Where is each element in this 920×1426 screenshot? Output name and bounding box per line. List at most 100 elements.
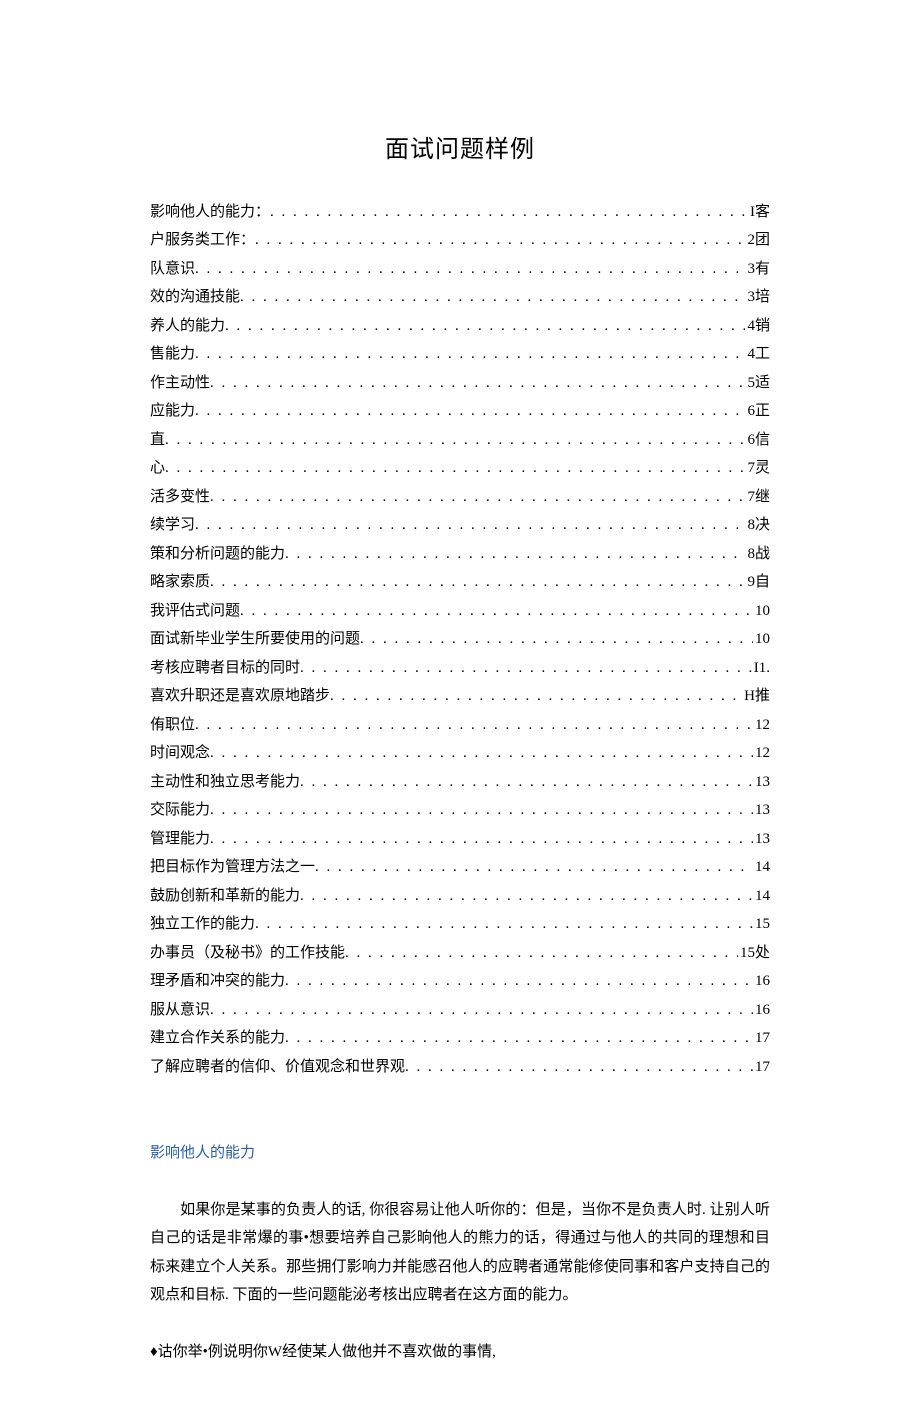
body-paragraph-text: 如果你是某事的负责人的话, 你很容易让他人听你的：但是，当你不是负责人时. 让别…	[150, 1202, 770, 1304]
toc-page-number: 10	[753, 597, 770, 626]
toc-label: 喜欢升职还是喜欢原地踏步	[150, 682, 330, 711]
toc-leader-dots	[285, 540, 745, 569]
toc-page-number: 12	[753, 739, 770, 768]
toc-page-number: 13	[753, 796, 770, 825]
toc-row: 建立合作关系的能力17	[150, 1024, 770, 1053]
toc-page-number: 6信	[745, 426, 770, 455]
toc-page-number: 14	[753, 882, 770, 911]
toc-row: 面试新毕业学生所要使用的问题10	[150, 625, 770, 654]
toc-leader-dots	[330, 682, 742, 711]
toc-label: 考核应聘者目标的同时	[150, 654, 300, 683]
toc-label: 鼓励创新和革新的能力	[150, 882, 300, 911]
toc-label: 服从意识	[150, 996, 210, 1025]
toc-label: 主动性和独立思考能力	[150, 768, 300, 797]
toc-page-number: 15	[753, 910, 770, 939]
document-page: 面试问题样例 影响他人的能力：I客户服务类工作：2团队意识3有效的沟通技能3培养…	[0, 0, 920, 1426]
toc-label: 效的沟通技能	[150, 283, 240, 312]
toc-row: 主动性和独立思考能力 13	[150, 768, 770, 797]
toc-label: 应能力	[150, 397, 195, 426]
toc-label: 理矛盾和冲突的能力	[150, 967, 285, 996]
toc-row: 队意识3有	[150, 255, 770, 284]
toc-row: 效的沟通技能 3培	[150, 283, 770, 312]
body-paragraph: 如果你是某事的负责人的话, 你很容易让他人听你的：但是，当你不是负责人时. 让别…	[150, 1196, 770, 1310]
toc-row: 作主动性5适	[150, 369, 770, 398]
toc-leader-dots	[210, 483, 745, 512]
toc-leader-dots	[195, 397, 745, 426]
toc-page-number: 6正	[745, 397, 770, 426]
toc-row: 了解应聘者的信仰、价值观念和世界观17	[150, 1053, 770, 1082]
bullet-line: ♦诂你举•例说明你W经使某人做他并不喜欢做的事情,	[150, 1338, 770, 1367]
toc-leader-dots	[225, 312, 745, 341]
toc-page-number: 16	[753, 967, 770, 996]
toc-label: 侑职位	[150, 711, 195, 740]
toc-label: 影响他人的能力：	[150, 198, 270, 227]
toc-label: 时间观念	[150, 739, 210, 768]
toc-page-number: 7继	[745, 483, 770, 512]
toc-leader-dots	[345, 939, 738, 968]
toc-page-number: I客	[748, 198, 770, 227]
toc-row: 侑职位 12	[150, 711, 770, 740]
toc-label: 户服务类工作：	[150, 226, 255, 255]
toc-page-number: 12	[753, 711, 770, 740]
toc-leader-dots	[210, 796, 753, 825]
toc-page-number: 13	[753, 768, 770, 797]
toc-row: 管理能力13	[150, 825, 770, 854]
toc-leader-dots	[315, 853, 753, 882]
toc-leader-dots	[240, 597, 753, 626]
toc-label: 把目标作为管理方法之一	[150, 853, 315, 882]
toc-page-number: 13	[753, 825, 770, 854]
toc-label: 办事员（及秘书》的工作技能	[150, 939, 345, 968]
toc-label: 略家索质	[150, 568, 210, 597]
toc-row: 续学习8决	[150, 511, 770, 540]
toc-leader-dots	[165, 454, 745, 483]
toc-leader-dots	[300, 768, 753, 797]
toc-label: 我评估式问题	[150, 597, 240, 626]
toc-row: 独立工作的能力 15	[150, 910, 770, 939]
toc-label: 心	[150, 454, 165, 483]
toc-page-number: 15处	[738, 939, 770, 968]
toc-page-number: 14	[753, 853, 770, 882]
toc-leader-dots	[255, 226, 745, 255]
toc-leader-dots	[195, 711, 753, 740]
toc-label: 售能力	[150, 340, 195, 369]
toc-leader-dots	[240, 283, 745, 312]
toc-label: 直	[150, 426, 165, 455]
toc-row: 服从意识 16	[150, 996, 770, 1025]
section-heading: 影响他人的能力	[150, 1139, 770, 1168]
toc-page-number: 3培	[745, 283, 770, 312]
toc-label: 养人的能力	[150, 312, 225, 341]
toc-leader-dots	[405, 1053, 753, 1082]
toc-label: 独立工作的能力	[150, 910, 255, 939]
toc-row: 应能力 6正	[150, 397, 770, 426]
toc-leader-dots	[195, 255, 745, 284]
toc-page-number: 4工	[745, 340, 770, 369]
table-of-contents: 影响他人的能力： I客户服务类工作： 2团队意识3有效的沟通技能 3培养人的能力 4销售…	[150, 198, 770, 1082]
toc-page-number: 10	[753, 625, 770, 654]
toc-leader-dots	[195, 340, 745, 369]
toc-page-number: 8决	[745, 511, 770, 540]
toc-leader-dots	[165, 426, 745, 455]
toc-page-number: 2团	[745, 226, 770, 255]
toc-leader-dots	[195, 511, 745, 540]
toc-label: 建立合作关系的能力	[150, 1024, 285, 1053]
toc-row: 办事员（及秘书》的工作技能 15处	[150, 939, 770, 968]
toc-row: 把目标作为管理方法之一 14	[150, 853, 770, 882]
toc-row: 养人的能力 4销	[150, 312, 770, 341]
toc-label: 活多变性	[150, 483, 210, 512]
toc-label: 策和分析问题的能力	[150, 540, 285, 569]
toc-label: 作主动性	[150, 369, 210, 398]
toc-leader-dots	[210, 996, 753, 1025]
toc-row: 交际能力 13	[150, 796, 770, 825]
toc-row: 时间观念 12	[150, 739, 770, 768]
toc-row: 心7灵	[150, 454, 770, 483]
toc-label: 交际能力	[150, 796, 210, 825]
toc-leader-dots	[285, 1024, 753, 1053]
toc-label: 队意识	[150, 255, 195, 284]
toc-leader-dots	[300, 882, 753, 911]
toc-leader-dots	[255, 910, 753, 939]
toc-leader-dots	[360, 625, 753, 654]
toc-row: 略家索质9自	[150, 568, 770, 597]
toc-page-number: 17	[753, 1053, 770, 1082]
toc-page-number: 4销	[745, 312, 770, 341]
toc-page-number: 16	[753, 996, 770, 1025]
